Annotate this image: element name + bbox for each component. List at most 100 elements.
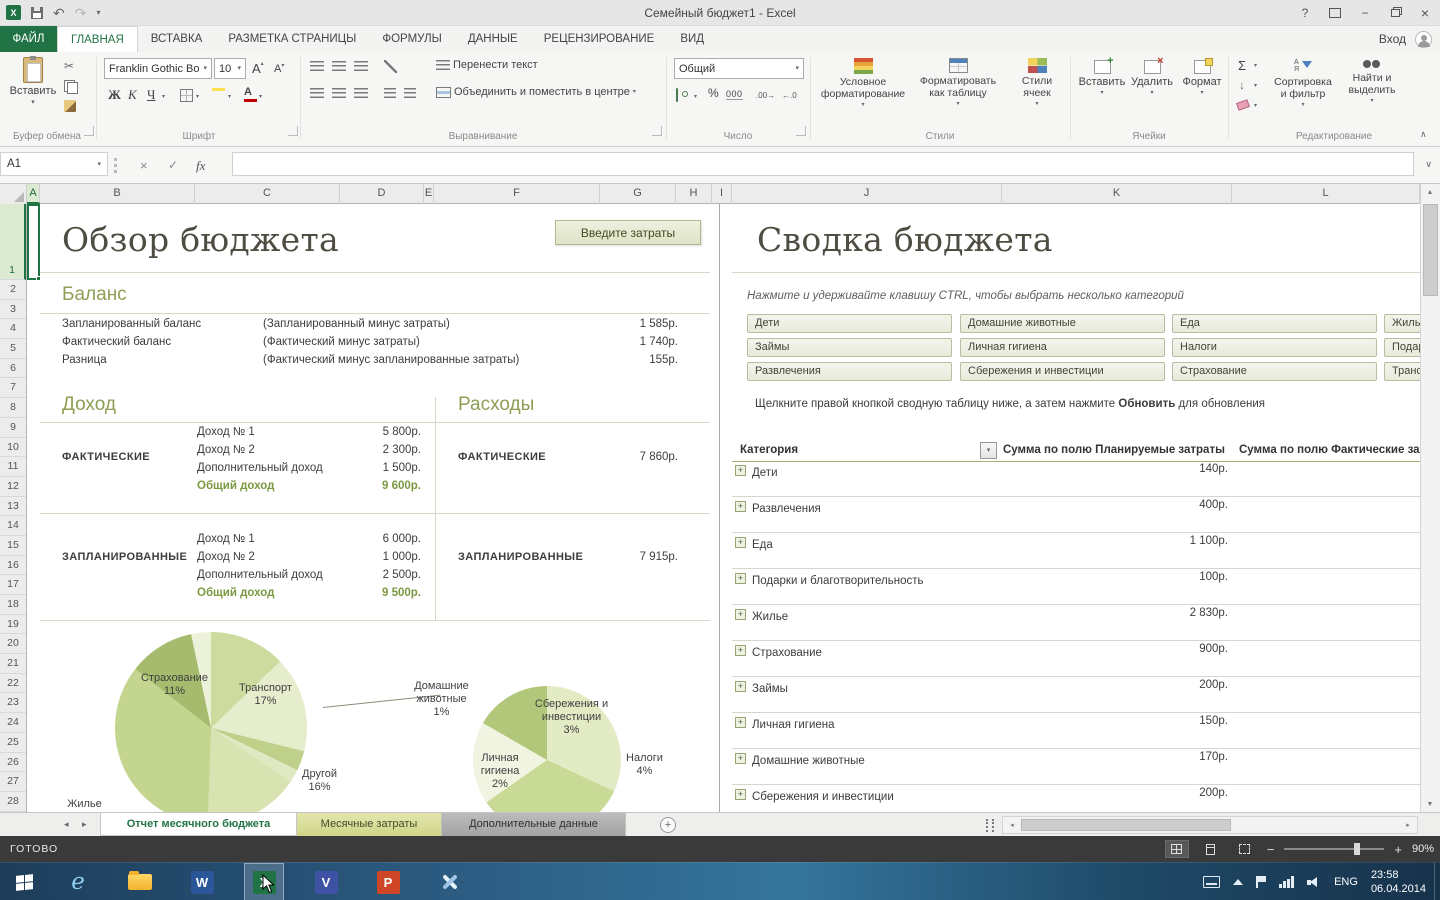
column-header-b[interactable]: B xyxy=(40,184,195,204)
row-header[interactable]: 22 xyxy=(0,674,26,694)
font-color-dropdown-icon[interactable] xyxy=(259,94,262,100)
slicer-savings[interactable]: Сбережения и инвестиции xyxy=(960,362,1165,381)
fill-color-icon[interactable] xyxy=(212,87,225,91)
borders-dropdown-icon[interactable] xyxy=(196,94,199,100)
decrease-decimal-icon[interactable] xyxy=(782,90,797,101)
expand-icon[interactable]: + xyxy=(735,645,746,657)
row-header[interactable]: 12 xyxy=(0,477,26,497)
horizontal-scrollbar[interactable] xyxy=(1002,816,1418,834)
row-header[interactable]: 19 xyxy=(0,615,26,635)
paste-button[interactable]: Вставить xyxy=(7,56,59,106)
column-header-h[interactable]: H xyxy=(676,184,712,204)
fill-dropdown-icon[interactable] xyxy=(1254,83,1257,89)
slicer-transport[interactable]: Транспорт xyxy=(1384,362,1420,381)
normal-view-button[interactable] xyxy=(1164,840,1189,858)
find-select-button[interactable]: Найти и выделить xyxy=(1340,58,1404,104)
clipboard-dialog-launcher[interactable] xyxy=(84,126,94,136)
slicer-taxes[interactable]: Налоги xyxy=(1172,338,1377,357)
wrap-text-button[interactable]: Перенести текст xyxy=(436,59,538,71)
slicer-personal-care[interactable]: Личная гигиена xyxy=(960,338,1165,357)
column-header-j[interactable]: J xyxy=(732,184,1002,204)
orientation-icon[interactable] xyxy=(384,60,397,73)
borders-icon[interactable] xyxy=(180,89,193,102)
slicer-insurance[interactable]: Страхование xyxy=(1172,362,1377,381)
expand-icon[interactable]: + xyxy=(735,681,746,693)
row-header[interactable]: 10 xyxy=(0,438,26,458)
autosum-button[interactable]: Σ xyxy=(1238,58,1246,73)
show-hidden-icons[interactable] xyxy=(1233,879,1244,885)
column-header-c[interactable]: C xyxy=(195,184,340,204)
row-header[interactable]: 11 xyxy=(0,457,26,477)
slicer-housing[interactable]: Жилье xyxy=(1384,314,1420,333)
taskbar-clock[interactable]: 23:58 06.04.2014 xyxy=(1371,868,1426,896)
column-header-g[interactable]: G xyxy=(600,184,676,204)
row-header[interactable]: 9 xyxy=(0,418,26,438)
language-indicator[interactable]: ENG xyxy=(1334,876,1358,888)
page-layout-view-button[interactable] xyxy=(1199,840,1223,858)
scroll-up-icon[interactable] xyxy=(1421,184,1439,200)
slicer-loans[interactable]: Займы xyxy=(747,338,952,357)
select-all-corner[interactable] xyxy=(0,184,27,204)
font-size-select[interactable]: 10 xyxy=(214,58,246,79)
pivot-row[interactable]: + Дети 140р. xyxy=(732,461,1420,497)
row-header[interactable]: 18 xyxy=(0,595,26,615)
fill-handle[interactable] xyxy=(36,276,41,281)
clear-dropdown-icon[interactable] xyxy=(1254,103,1257,109)
formula-input[interactable] xyxy=(232,152,1414,176)
row-header[interactable]: 20 xyxy=(0,634,26,655)
conditional-formatting-button[interactable]: Условное форматирование xyxy=(820,58,906,108)
taskbar-tools[interactable] xyxy=(430,863,470,900)
row-header[interactable]: 23 xyxy=(0,693,26,714)
tab-scroll-left-icon[interactable] xyxy=(64,820,69,829)
tab-formulas[interactable]: ФОРМУЛЫ xyxy=(369,26,454,52)
column-header-d[interactable]: D xyxy=(340,184,424,204)
row-header[interactable]: 6 xyxy=(0,359,26,379)
format-cells-button[interactable]: Формат xyxy=(1178,58,1226,96)
worksheet[interactable]: Обзор бюджета Введите затраты Баланс Зап… xyxy=(27,204,1420,812)
tab-home[interactable]: ГЛАВНАЯ xyxy=(57,26,138,52)
pivot-row[interactable]: + Личная гигиена 150р. xyxy=(732,713,1420,749)
align-middle-icon[interactable] xyxy=(332,61,346,72)
underline-dropdown-icon[interactable] xyxy=(162,94,165,100)
horizontal-scroll-thumb[interactable] xyxy=(1021,819,1231,831)
row-header[interactable]: 28 xyxy=(0,792,26,812)
bold-button[interactable]: Ж xyxy=(108,87,121,103)
increase-indent-icon[interactable] xyxy=(404,88,416,99)
zoom-slider[interactable] xyxy=(1284,843,1385,855)
column-header-e[interactable]: E xyxy=(424,184,434,204)
pivot-row[interactable]: + Жилье 2 830р. xyxy=(732,605,1420,641)
column-header-k[interactable]: K xyxy=(1002,184,1232,204)
percent-style-button[interactable]: % xyxy=(708,86,719,100)
number-format-select[interactable]: Общий xyxy=(674,58,804,79)
scroll-left-icon[interactable] xyxy=(1003,817,1021,833)
column-header-a[interactable]: A xyxy=(27,184,40,204)
row-header[interactable]: 7 xyxy=(0,378,26,399)
network-icon[interactable] xyxy=(1279,876,1295,888)
font-name-select[interactable]: Franklin Gothic Bo xyxy=(104,58,212,79)
alignment-dialog-launcher[interactable] xyxy=(652,126,662,136)
format-as-table-button[interactable]: Форматировать как таблицу xyxy=(912,58,1004,107)
sign-in-link[interactable]: Вход xyxy=(1379,26,1406,52)
tab-page-layout[interactable]: РАЗМЕТКА СТРАНИЦЫ xyxy=(215,26,369,52)
italic-button[interactable]: К xyxy=(128,87,137,103)
active-cell-a1[interactable] xyxy=(27,204,40,280)
column-header-f[interactable]: F xyxy=(434,184,600,204)
expand-formula-bar-icon[interactable] xyxy=(1425,160,1432,169)
pivot-row[interactable]: + Подарки и благотворительность 100р. xyxy=(732,569,1420,605)
scroll-down-icon[interactable] xyxy=(1421,796,1439,812)
row-header[interactable]: 25 xyxy=(0,733,26,753)
row-header[interactable]: 14 xyxy=(0,516,26,536)
row-header[interactable]: 13 xyxy=(0,497,26,517)
page-break-view-button[interactable] xyxy=(1233,840,1257,858)
formula-bar-handle[interactable] xyxy=(114,158,117,173)
row-header[interactable]: 16 xyxy=(0,556,26,576)
align-center-icon[interactable] xyxy=(332,88,346,99)
column-header-i[interactable]: I xyxy=(712,184,732,204)
sort-filter-button[interactable]: Сортировкаи фильтр xyxy=(1272,58,1334,108)
touch-keyboard-icon[interactable] xyxy=(1203,876,1221,888)
align-top-icon[interactable] xyxy=(310,61,324,72)
taskbar-visio[interactable] xyxy=(306,863,346,900)
zoom-level[interactable]: 90% xyxy=(1412,843,1434,855)
start-button[interactable] xyxy=(4,863,44,900)
scroll-right-icon[interactable] xyxy=(1399,817,1417,833)
